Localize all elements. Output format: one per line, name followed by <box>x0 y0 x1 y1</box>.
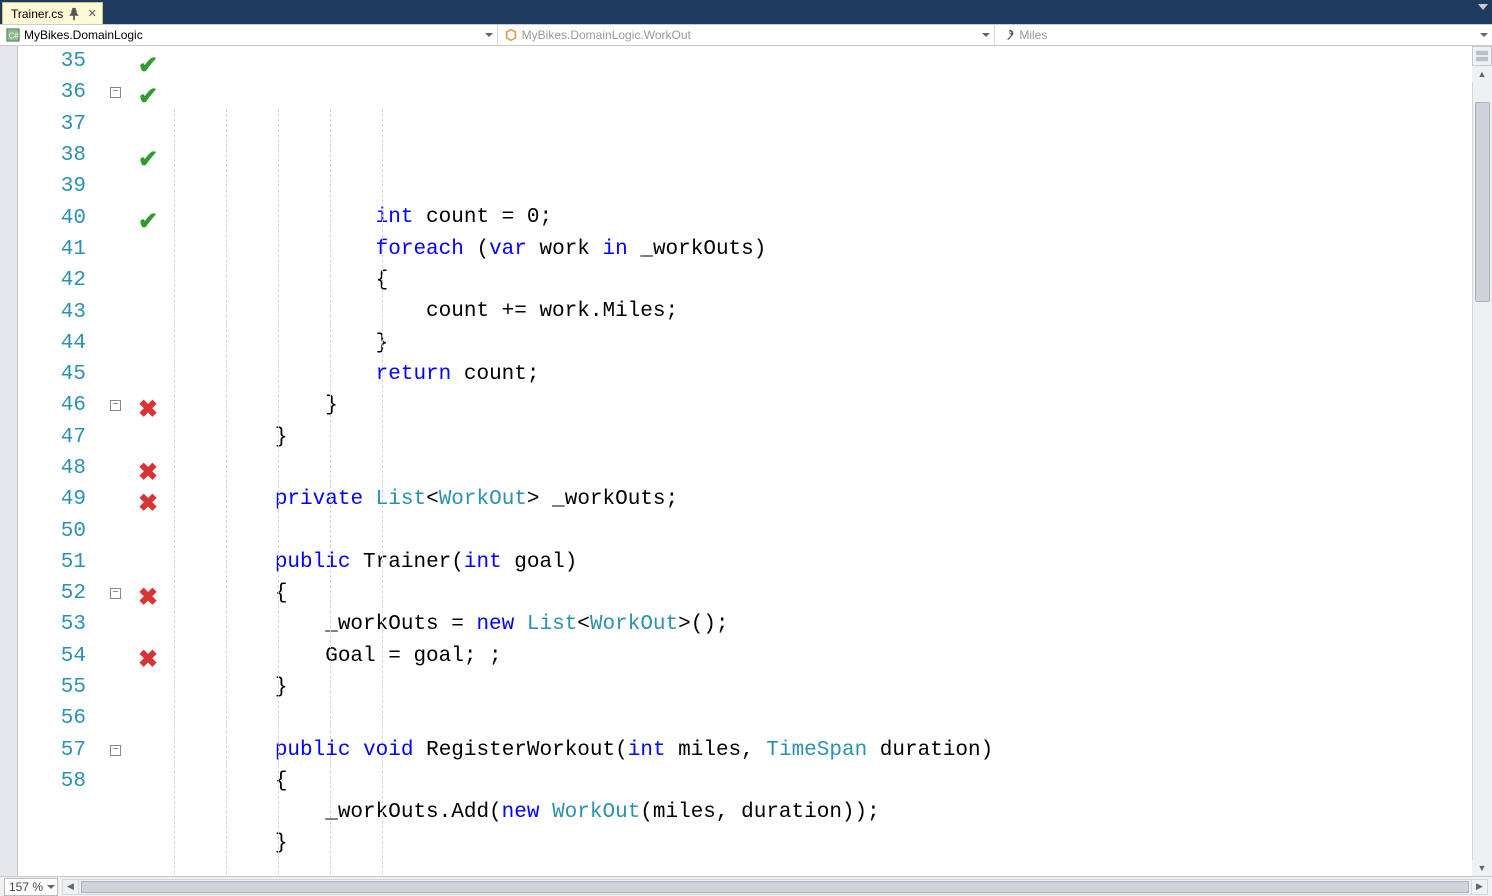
class-dropdown[interactable]: MyBikes.DomainLogic.WorkOut <box>498 25 996 45</box>
zoom-level-dropdown[interactable]: 157 % <box>4 878 58 896</box>
line-number: 41 <box>18 238 108 261</box>
member-label: Miles <box>1019 28 1047 42</box>
cross-icon: ✖ <box>138 645 160 667</box>
csharp-file-icon: C# <box>6 28 20 42</box>
split-editor-icon[interactable] <box>1472 46 1492 66</box>
line-number: 48 <box>18 457 108 480</box>
line-number: 45 <box>18 363 108 386</box>
status-bar: 157 % ◀ ▶ <box>0 876 1492 896</box>
line-number: 51 <box>18 551 108 574</box>
code-line[interactable]: } <box>174 828 1492 859</box>
horizontal-scrollbar-thumb[interactable] <box>81 881 1469 893</box>
cross-icon: ✖ <box>138 489 160 511</box>
line-number: 56 <box>18 707 108 730</box>
line-number: 53 <box>18 613 108 636</box>
code-line[interactable]: public Trainer(int goal) <box>174 547 1492 578</box>
line-number: 43 <box>18 301 108 324</box>
vertical-scrollbar[interactable] <box>1472 82 1492 860</box>
line-number: 54 <box>18 645 108 668</box>
line-number: 46 <box>18 394 108 417</box>
line-number-gutter: 3536−37383940414243444546−474849505152−5… <box>18 46 138 876</box>
code-line[interactable]: _workOuts = new List<WorkOut>(); <box>174 609 1492 640</box>
code-line[interactable]: { <box>174 578 1492 609</box>
zoom-label: 157 % <box>9 880 43 894</box>
code-line[interactable] <box>174 453 1492 484</box>
cross-icon: ✖ <box>138 458 160 480</box>
line-number: 37 <box>18 113 108 136</box>
line-number: 52 <box>18 582 108 605</box>
line-number: 39 <box>18 175 108 198</box>
check-icon: ✔ <box>138 145 160 167</box>
code-line[interactable]: public void RegisterWorkout(int miles, T… <box>174 735 1492 766</box>
scroll-left-arrow-icon[interactable]: ◀ <box>63 880 79 894</box>
fold-minus-icon[interactable]: − <box>110 745 121 756</box>
line-number: 44 <box>18 332 108 355</box>
class-icon <box>504 28 518 42</box>
line-number: 38 <box>18 144 108 167</box>
property-icon <box>1001 28 1015 42</box>
line-number: 58 <box>18 770 108 793</box>
tab-bar: Trainer.cs ✕ <box>0 0 1492 24</box>
line-number: 40 <box>18 207 108 230</box>
chevron-down-icon <box>485 33 493 37</box>
cross-icon: ✖ <box>138 395 160 417</box>
fold-minus-icon[interactable]: − <box>110 87 121 98</box>
code-line[interactable]: } <box>174 390 1492 421</box>
code-line[interactable] <box>174 515 1492 546</box>
class-label: MyBikes.DomainLogic.WorkOut <box>522 28 691 42</box>
code-line[interactable]: foreach (var work in _workOuts) <box>174 234 1492 265</box>
code-line[interactable]: } <box>174 672 1492 703</box>
line-number: 50 <box>18 520 108 543</box>
code-line[interactable]: count += work.Miles; <box>174 296 1492 327</box>
line-number: 42 <box>18 269 108 292</box>
fold-minus-icon[interactable]: − <box>110 400 121 411</box>
window-menu-dropdown-icon[interactable] <box>1478 4 1488 10</box>
check-icon: ✔ <box>138 51 160 73</box>
tab-label: Trainer.cs <box>11 7 63 21</box>
scroll-right-arrow-icon[interactable]: ▶ <box>1471 880 1487 894</box>
member-dropdown[interactable]: Miles <box>995 25 1492 45</box>
coverage-marks-column: ✔ ✔ ✔ ✔ ✖ ✖ ✖ ✖ ✖ <box>138 46 174 876</box>
close-icon[interactable]: ✕ <box>85 7 99 21</box>
code-line[interactable]: { <box>174 265 1492 296</box>
chevron-down-icon <box>1480 33 1488 37</box>
vertical-scrollbar-thumb[interactable] <box>1475 102 1490 302</box>
code-line[interactable]: Goal = goal; ; <box>174 641 1492 672</box>
line-number: 49 <box>18 488 108 511</box>
line-number: 35 <box>18 50 108 73</box>
svg-text:C#: C# <box>9 32 20 41</box>
chevron-down-icon <box>982 33 990 37</box>
line-number: 47 <box>18 426 108 449</box>
code-line[interactable]: _workOuts.Add(new WorkOut(miles, duratio… <box>174 797 1492 828</box>
code-line[interactable]: } <box>174 422 1492 453</box>
outline-collapse-bar[interactable] <box>0 46 18 876</box>
code-line[interactable]: return count; <box>174 359 1492 390</box>
line-number: 36 <box>18 81 108 104</box>
code-line[interactable]: } <box>174 328 1492 359</box>
line-number: 55 <box>18 676 108 699</box>
cross-icon: ✖ <box>138 583 160 605</box>
check-icon: ✔ <box>138 207 160 229</box>
navigation-bar: C# MyBikes.DomainLogic MyBikes.DomainLog… <box>0 24 1492 46</box>
code-line[interactable]: private List<WorkOut> _workOuts; <box>174 484 1492 515</box>
pin-icon[interactable] <box>67 7 81 21</box>
dash-icon <box>138 739 160 761</box>
code-editor[interactable]: int count = 0; foreach (var work in _wor… <box>174 46 1492 876</box>
scroll-up-arrow-icon[interactable]: ▲ <box>1472 66 1492 82</box>
namespace-label: MyBikes.DomainLogic <box>24 28 143 42</box>
namespace-dropdown[interactable]: C# MyBikes.DomainLogic <box>0 25 498 45</box>
scroll-down-arrow-icon[interactable]: ▼ <box>1472 860 1492 876</box>
check-icon: ✔ <box>138 82 160 104</box>
chevron-down-icon <box>47 885 55 889</box>
line-number: 57 <box>18 739 108 762</box>
code-line[interactable] <box>174 703 1492 734</box>
fold-minus-icon[interactable]: − <box>110 588 121 599</box>
code-line[interactable]: { <box>174 766 1492 797</box>
code-line[interactable]: int count = 0; <box>174 202 1492 233</box>
editor-area: 3536−37383940414243444546−474849505152−5… <box>0 46 1492 876</box>
code-line[interactable] <box>174 860 1492 876</box>
tab-trainer-cs[interactable]: Trainer.cs ✕ <box>2 2 103 24</box>
horizontal-scrollbar[interactable]: ◀ ▶ <box>62 879 1488 895</box>
